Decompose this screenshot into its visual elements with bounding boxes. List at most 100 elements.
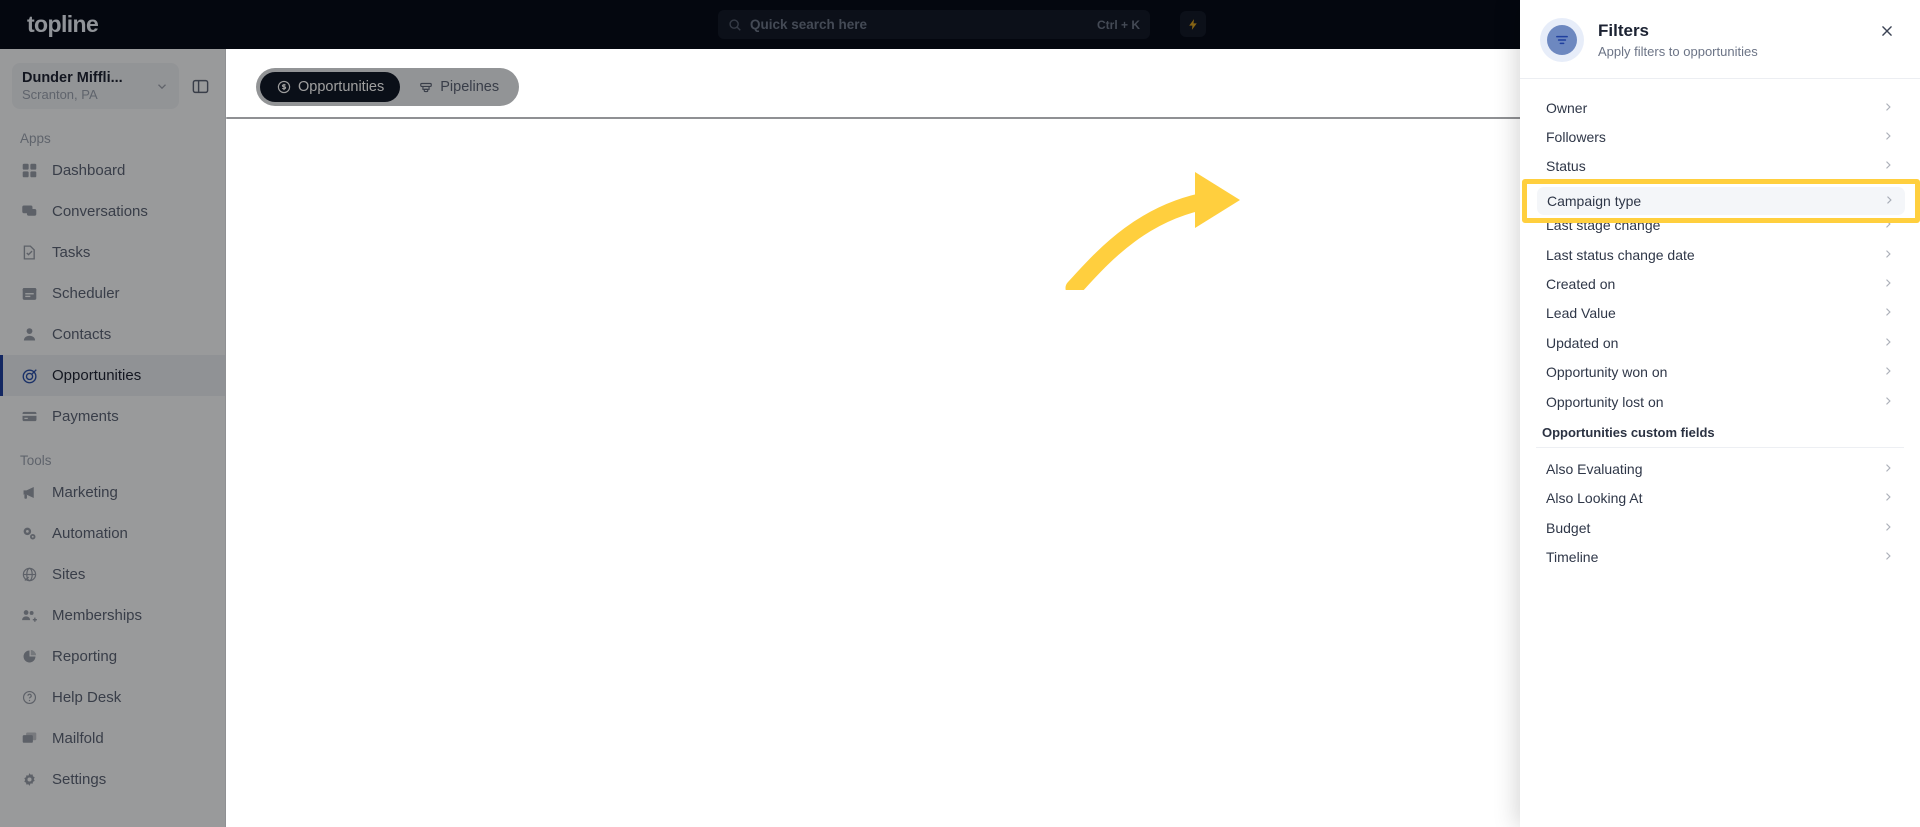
pie-chart-icon xyxy=(20,647,39,666)
filter-row-label: Created on xyxy=(1546,276,1616,293)
sidebar-item-automation[interactable]: Automation xyxy=(0,513,225,554)
filter-row-label: Opportunity lost on xyxy=(1546,393,1664,410)
users-plus-icon xyxy=(20,606,39,625)
sidebar-item-dashboard[interactable]: Dashboard xyxy=(0,150,225,191)
sidebar-item-label: Dashboard xyxy=(52,162,126,179)
chevron-right-icon xyxy=(1882,549,1894,565)
filter-row-label: Timeline xyxy=(1546,549,1599,566)
filter-row-opportunity-won-on[interactable]: Opportunity won on xyxy=(1536,358,1904,387)
filter-row-label: Lead Value xyxy=(1546,305,1616,322)
org-name: Dunder Miffli... xyxy=(22,70,123,86)
filter-row-last-status-change-date[interactable]: Last status change date xyxy=(1536,240,1904,269)
filter-row-label: Also Evaluating xyxy=(1546,460,1643,477)
chevron-right-icon xyxy=(1882,520,1894,536)
sidebar-item-label: Settings xyxy=(52,771,107,788)
chevron-right-icon xyxy=(1882,490,1894,506)
calendar-icon xyxy=(20,284,39,303)
question-circle-icon xyxy=(20,688,39,707)
credit-card-icon xyxy=(20,407,39,426)
sidebar-item-scheduler[interactable]: Scheduler xyxy=(0,273,225,314)
filters-group-header: Opportunities custom fields xyxy=(1536,416,1904,449)
org-switcher[interactable]: Dunder Miffli... Scranton, PA xyxy=(12,63,179,109)
tab-pipelines[interactable]: Pipelines xyxy=(402,72,515,102)
sidebar-item-memberships[interactable]: Memberships xyxy=(0,595,225,636)
filter-row-status[interactable]: Status xyxy=(1536,152,1904,181)
sidebar-item-contacts[interactable]: Contacts xyxy=(0,314,225,355)
campaign-type-highlight-label: Campaign type xyxy=(1547,193,1642,209)
chevron-right-icon xyxy=(1882,305,1894,321)
tab-opportunities[interactable]: Opportunities xyxy=(260,72,401,102)
chevron-right-icon xyxy=(1882,364,1894,380)
app-root: topline Quick search here Ctrl + K Dunde… xyxy=(0,0,1920,827)
filters-panel-subtitle: Apply filters to opportunities xyxy=(1598,44,1758,59)
org-switcher-row: Dunder Miffli... Scranton, PA xyxy=(0,49,225,115)
chevron-right-icon xyxy=(1882,247,1894,263)
campaign-type-highlight[interactable]: Campaign type xyxy=(1522,179,1920,223)
chevron-right-icon xyxy=(1883,193,1895,209)
filter-row-followers[interactable]: Followers xyxy=(1536,122,1904,151)
sidebar-item-payments[interactable]: Payments xyxy=(0,396,225,437)
quick-search-input[interactable]: Quick search here Ctrl + K xyxy=(718,10,1150,39)
sidebar-item-label: Help Desk xyxy=(52,689,122,706)
sidebar-toggle-icon[interactable] xyxy=(187,73,213,99)
sidebar-item-label: Marketing xyxy=(52,484,118,501)
lightning-bolt-icon[interactable] xyxy=(1180,11,1206,37)
sidebar-section-apps: Apps xyxy=(20,131,51,146)
curved-arrow-icon xyxy=(1065,172,1240,290)
gear-icon xyxy=(20,770,39,789)
sidebar-item-tasks[interactable]: Tasks xyxy=(0,232,225,273)
filter-row-opportunity-lost-on[interactable]: Opportunity lost on xyxy=(1536,387,1904,416)
chevron-down-icon xyxy=(155,79,169,93)
sidebar-item-opportunities[interactable]: Opportunities xyxy=(0,355,225,396)
sidebar-item-settings[interactable]: Settings xyxy=(0,759,225,800)
sidebar-item-label: Automation xyxy=(52,525,128,542)
filter-row-label: Last status change date xyxy=(1546,246,1695,263)
filter-row-label: Updated on xyxy=(1546,334,1619,351)
sidebar-item-label: Conversations xyxy=(52,203,148,220)
filter-icon xyxy=(1540,18,1584,62)
sidebar-item-help-desk[interactable]: Help Desk xyxy=(0,677,225,718)
gears-icon xyxy=(20,524,39,543)
filter-row-label: Also Looking At xyxy=(1546,490,1643,507)
filter-row-updated-on[interactable]: Updated on xyxy=(1536,328,1904,357)
view-tabs: Opportunities Pipelines xyxy=(256,68,520,106)
filter-row-also-evaluating[interactable]: Also Evaluating xyxy=(1536,454,1904,483)
megaphone-icon xyxy=(20,483,39,502)
task-icon xyxy=(20,243,39,262)
tab-label: Opportunities xyxy=(298,79,385,95)
sidebar-item-label: Sites xyxy=(52,566,86,583)
sidebar-item-marketing[interactable]: Marketing xyxy=(0,472,225,513)
search-icon xyxy=(728,18,742,32)
sidebar-item-label: Payments xyxy=(52,408,119,425)
person-icon xyxy=(20,325,39,344)
filter-row-budget[interactable]: Budget xyxy=(1536,513,1904,542)
sidebar-item-label: Mailfold xyxy=(52,730,104,747)
filter-row-label: Budget xyxy=(1546,519,1591,536)
chevron-right-icon xyxy=(1882,158,1894,174)
tab-label: Pipelines xyxy=(440,79,500,95)
org-location: Scranton, PA xyxy=(22,87,98,102)
filter-row-lead-value[interactable]: Lead Value xyxy=(1536,299,1904,328)
sidebar-item-sites[interactable]: Sites xyxy=(0,554,225,595)
filter-row-label: Followers xyxy=(1546,129,1606,146)
mail-stack-icon xyxy=(20,729,39,748)
sidebar-item-label: Contacts xyxy=(52,326,112,343)
quick-search-placeholder: Quick search here xyxy=(750,17,868,32)
filter-row-also-looking-at[interactable]: Also Looking At xyxy=(1536,484,1904,513)
filters-panel-header: Filters Apply filters to opportunities xyxy=(1520,0,1920,79)
chevron-right-icon xyxy=(1882,129,1894,145)
sidebar-item-label: Scheduler xyxy=(52,285,120,302)
sidebar: Dunder Miffli... Scranton, PA Apps Dashb… xyxy=(0,49,226,827)
filter-row-owner[interactable]: Owner xyxy=(1536,93,1904,122)
dollar-circle-icon xyxy=(276,80,291,95)
close-icon[interactable] xyxy=(1874,18,1900,44)
chat-icon xyxy=(20,202,39,221)
sidebar-item-reporting[interactable]: Reporting xyxy=(0,636,225,677)
filter-row-timeline[interactable]: Timeline xyxy=(1536,542,1904,571)
filter-row-label: Opportunity won on xyxy=(1546,364,1668,381)
filter-row-label: Status xyxy=(1546,158,1586,175)
filter-row-label: Owner xyxy=(1546,99,1588,116)
sidebar-item-conversations[interactable]: Conversations xyxy=(0,191,225,232)
filter-row-created-on[interactable]: Created on xyxy=(1536,269,1904,298)
sidebar-item-mailfold[interactable]: Mailfold xyxy=(0,718,225,759)
